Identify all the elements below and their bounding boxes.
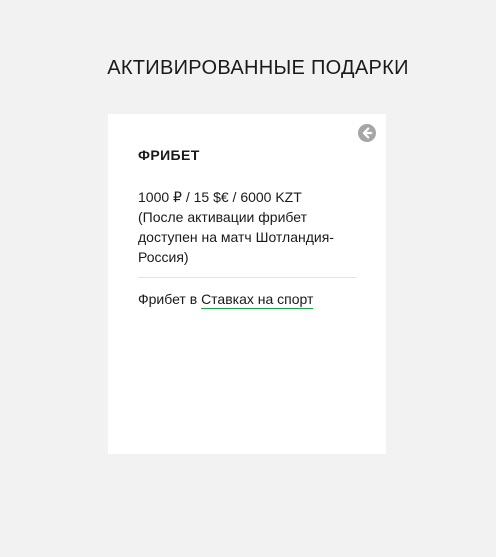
divider bbox=[138, 277, 356, 278]
gift-card: ФРИБЕТ 1000 ₽ / 15 $€ / 6000 KZT (После … bbox=[108, 114, 386, 454]
footer-prefix: Фрибет в bbox=[138, 291, 202, 307]
card-footer: Фрибет в Ставках на спорт bbox=[138, 289, 314, 309]
card-title: ФРИБЕТ bbox=[138, 147, 200, 163]
freebet-note: (После активации фрибет доступен на матч… bbox=[138, 209, 334, 265]
page-title: АКТИВИРОВАННЫЕ ПОДАРКИ bbox=[107, 57, 409, 79]
circle-arrow-left-icon[interactable] bbox=[358, 124, 376, 142]
sports-betting-link[interactable]: Ставках на спорт bbox=[201, 291, 314, 309]
freebet-amount: 1000 ₽ / 15 $€ / 6000 KZT bbox=[138, 189, 302, 205]
